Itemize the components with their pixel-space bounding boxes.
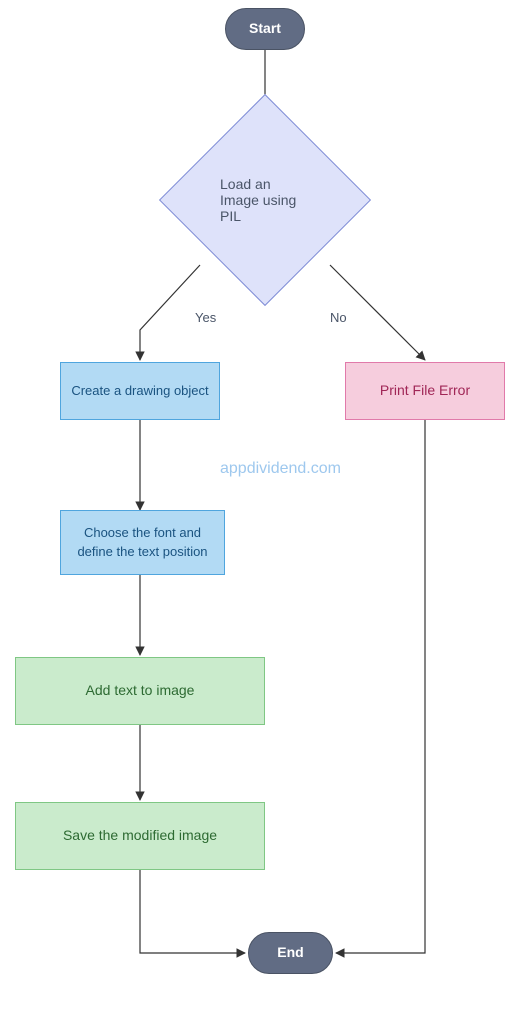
start-node: Start	[225, 8, 305, 50]
choose-font-label: Choose the font and define the text posi…	[67, 524, 218, 560]
edge-label-yes: Yes	[195, 310, 216, 325]
decision-label: Load an Image using PIL	[220, 176, 310, 224]
print-error-label: Print File Error	[380, 381, 470, 401]
edge-label-no: No	[330, 310, 347, 325]
print-file-error-node: Print File Error	[345, 362, 505, 420]
save-image-node: Save the modified image	[15, 802, 265, 870]
create-drawing-object-node: Create a drawing object	[60, 362, 220, 420]
choose-font-node: Choose the font and define the text posi…	[60, 510, 225, 575]
start-label: Start	[249, 19, 281, 39]
end-node: End	[248, 932, 333, 974]
end-label: End	[277, 943, 303, 963]
create-drawing-label: Create a drawing object	[71, 382, 208, 400]
add-text-node: Add text to image	[15, 657, 265, 725]
add-text-label: Add text to image	[86, 681, 195, 701]
watermark: appdividend.com	[220, 460, 341, 478]
decision-load-image: Load an Image using PIL	[190, 125, 340, 275]
save-image-label: Save the modified image	[63, 826, 217, 846]
